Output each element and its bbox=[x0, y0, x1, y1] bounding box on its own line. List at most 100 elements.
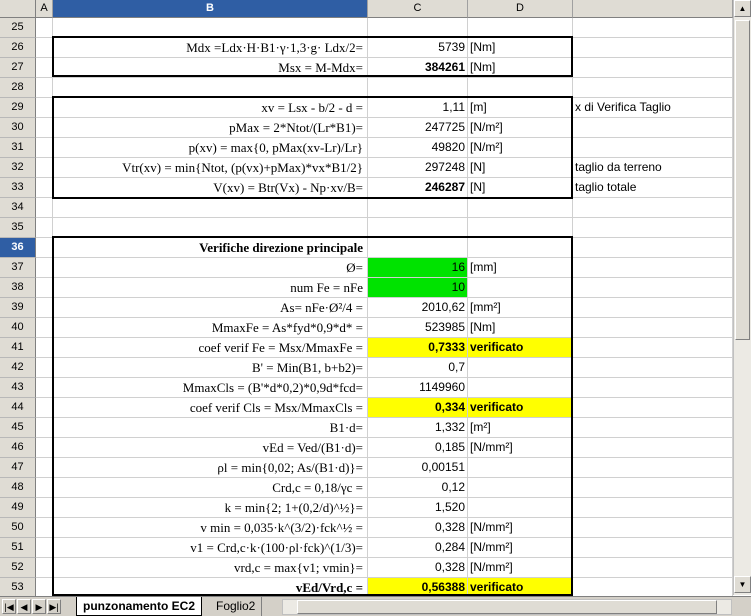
formula-label[interactable]: v min = 0,035·k^(3/2)·fck^½ = bbox=[53, 518, 368, 538]
note-cell[interactable] bbox=[573, 18, 733, 38]
unit-cell[interactable]: [Nm] bbox=[468, 58, 573, 78]
formula-label[interactable]: vrd,c = max{v1; vmin}= bbox=[53, 558, 368, 578]
cell-a[interactable] bbox=[36, 318, 53, 338]
row-header[interactable]: 50 bbox=[0, 518, 36, 538]
cell-a[interactable] bbox=[36, 338, 53, 358]
cell-a[interactable] bbox=[36, 18, 53, 38]
unit-cell[interactable]: [N/mm²] bbox=[468, 538, 573, 558]
value-cell[interactable]: 1,11 bbox=[368, 98, 468, 118]
unit-cell[interactable] bbox=[468, 198, 573, 218]
formula-label[interactable]: MmaxFe = As*fyd*0,9*d* = bbox=[53, 318, 368, 338]
row-header[interactable]: 36 bbox=[0, 238, 36, 258]
note-cell[interactable] bbox=[573, 358, 733, 378]
value-cell[interactable]: 49820 bbox=[368, 138, 468, 158]
value-cell[interactable]: 246287 bbox=[368, 178, 468, 198]
note-cell[interactable] bbox=[573, 398, 733, 418]
cell-a[interactable] bbox=[36, 498, 53, 518]
note-cell[interactable] bbox=[573, 298, 733, 318]
note-cell[interactable] bbox=[573, 578, 733, 598]
note-cell[interactable] bbox=[573, 458, 733, 478]
cell-a[interactable] bbox=[36, 298, 53, 318]
vertical-scrollbar[interactable]: ▲ ▼ bbox=[733, 0, 751, 595]
unit-cell[interactable]: [Nm] bbox=[468, 38, 573, 58]
cell-a[interactable] bbox=[36, 98, 53, 118]
select-all-corner[interactable] bbox=[0, 0, 36, 18]
value-cell[interactable]: 0,328 bbox=[368, 518, 468, 538]
value-cell[interactable]: 0,334 bbox=[368, 398, 468, 418]
note-cell[interactable] bbox=[573, 78, 733, 98]
row-header[interactable]: 27 bbox=[0, 58, 36, 78]
unit-cell[interactable] bbox=[468, 78, 573, 98]
formula-label[interactable]: coef verif Cls = Msx/MmaxCls = bbox=[53, 398, 368, 418]
unit-cell[interactable]: [N/mm²] bbox=[468, 518, 573, 538]
unit-cell[interactable]: [N/m²] bbox=[468, 118, 573, 138]
column-header-d[interactable]: D bbox=[468, 0, 573, 18]
cell-a[interactable] bbox=[36, 78, 53, 98]
value-cell[interactable]: 0,12 bbox=[368, 478, 468, 498]
unit-cell[interactable] bbox=[468, 218, 573, 238]
next-sheet-icon[interactable]: ▶ bbox=[32, 599, 46, 614]
formula-label[interactable] bbox=[53, 18, 368, 38]
row-header[interactable]: 44 bbox=[0, 398, 36, 418]
value-cell[interactable]: 0,284 bbox=[368, 538, 468, 558]
note-cell[interactable] bbox=[573, 278, 733, 298]
value-cell[interactable]: 0,00151 bbox=[368, 458, 468, 478]
cell-a[interactable] bbox=[36, 198, 53, 218]
unit-cell[interactable]: [mm] bbox=[468, 258, 573, 278]
cell-a[interactable] bbox=[36, 558, 53, 578]
unit-cell[interactable]: [N/mm²] bbox=[468, 558, 573, 578]
formula-label[interactable] bbox=[53, 78, 368, 98]
cell-a[interactable] bbox=[36, 578, 53, 598]
formula-label[interactable]: B1·d= bbox=[53, 418, 368, 438]
formula-label[interactable]: B' = Min(B1, b+b2)= bbox=[53, 358, 368, 378]
formula-label[interactable]: p(xv) = max{0, pMax(xv-Lr)/Lr} bbox=[53, 138, 368, 158]
cell-a[interactable] bbox=[36, 178, 53, 198]
value-cell[interactable] bbox=[368, 18, 468, 38]
scroll-up-icon[interactable]: ▲ bbox=[734, 0, 751, 17]
unit-cell[interactable] bbox=[468, 478, 573, 498]
cell-a[interactable] bbox=[36, 138, 53, 158]
row-header[interactable]: 49 bbox=[0, 498, 36, 518]
note-cell[interactable] bbox=[573, 478, 733, 498]
formula-label[interactable]: xv = Lsx - b/2 - d = bbox=[53, 98, 368, 118]
note-cell[interactable] bbox=[573, 218, 733, 238]
unit-cell[interactable]: [N] bbox=[468, 178, 573, 198]
cell-a[interactable] bbox=[36, 278, 53, 298]
formula-label[interactable]: vEd/Vrd,c = bbox=[53, 578, 368, 598]
formula-label[interactable]: vEd = Ved/(B1·d)= bbox=[53, 438, 368, 458]
unit-cell[interactable]: [m²] bbox=[468, 418, 573, 438]
scroll-down-icon[interactable]: ▼ bbox=[734, 576, 751, 593]
unit-cell[interactable] bbox=[468, 498, 573, 518]
row-header[interactable]: 41 bbox=[0, 338, 36, 358]
row-header[interactable]: 48 bbox=[0, 478, 36, 498]
cell-a[interactable] bbox=[36, 158, 53, 178]
cell-a[interactable] bbox=[36, 518, 53, 538]
note-cell[interactable] bbox=[573, 318, 733, 338]
value-cell[interactable]: 0,185 bbox=[368, 438, 468, 458]
formula-label[interactable]: k = min{2; 1+(0,2/d)^½}= bbox=[53, 498, 368, 518]
value-cell[interactable]: 5739 bbox=[368, 38, 468, 58]
row-header[interactable]: 46 bbox=[0, 438, 36, 458]
row-header[interactable]: 45 bbox=[0, 418, 36, 438]
note-cell[interactable]: taglio totale bbox=[573, 178, 733, 198]
value-cell[interactable]: 1149960 bbox=[368, 378, 468, 398]
formula-label[interactable]: V(xv) = Btr(Vx) - Np·xv/B= bbox=[53, 178, 368, 198]
value-cell[interactable]: 247725 bbox=[368, 118, 468, 138]
row-header[interactable]: 33 bbox=[0, 178, 36, 198]
formula-label[interactable]: pMax = 2*Ntot/(Lr*B1)= bbox=[53, 118, 368, 138]
unit-cell[interactable] bbox=[468, 358, 573, 378]
formula-label[interactable]: num Fe = nFe bbox=[53, 278, 368, 298]
note-cell[interactable]: x di Verifica Taglio bbox=[573, 98, 733, 118]
note-cell[interactable] bbox=[573, 378, 733, 398]
unit-cell[interactable] bbox=[468, 278, 573, 298]
unit-cell[interactable]: [Nm] bbox=[468, 318, 573, 338]
formula-label[interactable]: Msx = M-Mdx= bbox=[53, 58, 368, 78]
unit-cell[interactable]: verificato bbox=[468, 398, 573, 418]
formula-label[interactable]: ρl = min{0,02; As/(B1·d)}= bbox=[53, 458, 368, 478]
prev-sheet-icon[interactable]: ◀ bbox=[17, 599, 31, 614]
value-cell[interactable] bbox=[368, 198, 468, 218]
cell-a[interactable] bbox=[36, 478, 53, 498]
value-cell[interactable] bbox=[368, 78, 468, 98]
row-header[interactable]: 34 bbox=[0, 198, 36, 218]
note-cell[interactable] bbox=[573, 438, 733, 458]
